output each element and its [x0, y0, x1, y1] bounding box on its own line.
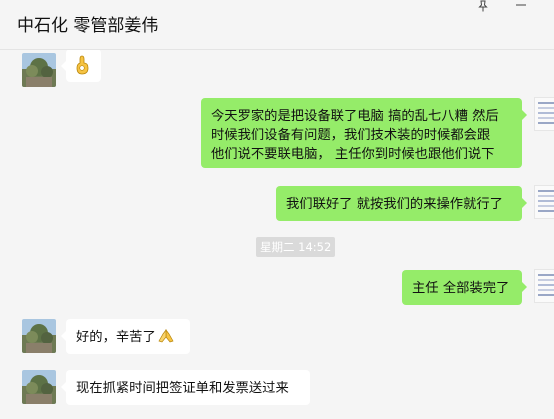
message-text: 我们联好了 就按我们的来操作就行了: [286, 197, 503, 212]
message-text-line: 他们说不要联电脑， 主任你到时候也跟他们说下: [211, 147, 495, 162]
message-bubble-outgoing[interactable]: 今天罗家的是把设备联了电脑 搞的乱七八糟 然后 时候我们设备有问题，我们技术装的…: [201, 98, 527, 168]
ok-hand-emoji: [75, 55, 91, 81]
message-text-line: 今天罗家的是把设备联了电脑 搞的乱七八糟 然后: [211, 109, 499, 124]
contact-avatar[interactable]: [22, 370, 56, 404]
message-bubble-incoming[interactable]: 现在抓紧时间把签证单和发票送过来: [61, 370, 310, 405]
self-avatar[interactable]: [534, 185, 554, 219]
chat-title: 中石化 零管部姜伟: [17, 16, 159, 36]
contact-avatar[interactable]: [22, 319, 56, 353]
contact-avatar[interactable]: [22, 53, 56, 87]
message-text: 好的，辛苦了: [76, 330, 156, 345]
self-avatar[interactable]: [534, 269, 554, 303]
message-bubble-emoji[interactable]: [61, 50, 101, 82]
message-bubble-outgoing[interactable]: 我们联好了 就按我们的来操作就行了: [276, 186, 527, 221]
message-text: 主任 全部装完了: [412, 281, 510, 296]
message-text-line: 时候我们设备有问题，我们技术装的时候都会跟: [211, 128, 491, 143]
message-bubble-incoming[interactable]: 好的，辛苦了: [61, 319, 190, 354]
timestamp-divider: 星期二 14:52: [256, 237, 336, 257]
message-text: 现在抓紧时间把签证单和发票送过来: [76, 381, 289, 396]
minimize-icon[interactable]: [510, 0, 532, 12]
self-avatar[interactable]: [534, 97, 554, 131]
message-bubble-outgoing[interactable]: 主任 全部装完了: [402, 270, 527, 305]
pin-icon[interactable]: [472, 0, 494, 12]
message-list[interactable]: 今天罗家的是把设备联了电脑 搞的乱七八糟 然后 时候我们设备有问题，我们技术装的…: [0, 50, 554, 419]
chat-header: 中石化 零管部姜伟: [0, 0, 554, 50]
folded-hands-emoji: [157, 328, 175, 350]
